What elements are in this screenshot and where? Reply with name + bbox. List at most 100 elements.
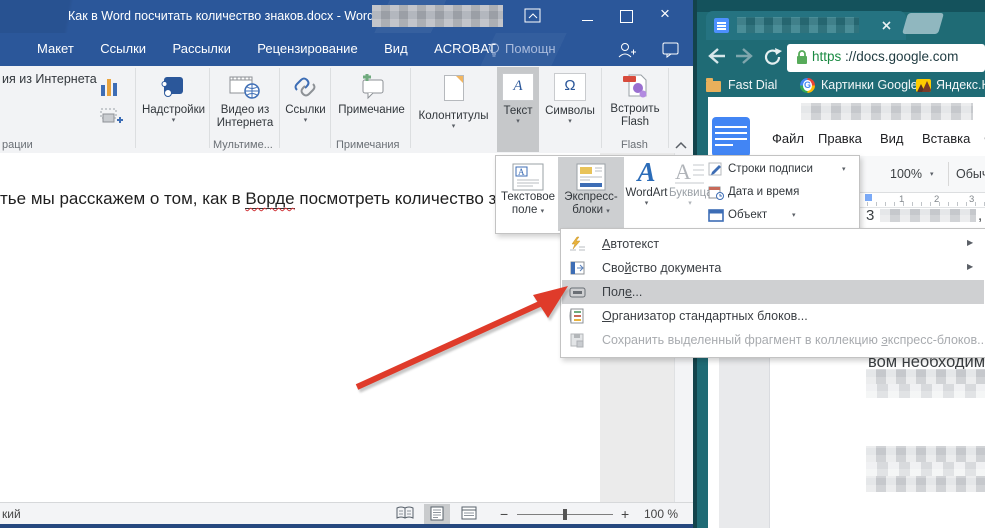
ruler-indent-marker[interactable] bbox=[865, 194, 872, 201]
ribbon-display-options-button[interactable] bbox=[524, 8, 542, 24]
docs-toolbar-separator bbox=[948, 162, 949, 186]
zoom-slider-thumb[interactable] bbox=[563, 509, 567, 520]
embed-flash-button[interactable]: Встроить Flash bbox=[604, 68, 666, 150]
redacted-docs-block-2 bbox=[866, 384, 985, 398]
bookmark-google-images[interactable]: Картинки Google bbox=[821, 78, 918, 92]
date-time-button[interactable]: Дата и время bbox=[706, 185, 856, 207]
symbols-button[interactable]: Ω Символы ▾ bbox=[541, 68, 599, 150]
embed-flash-icon bbox=[621, 73, 649, 99]
object-icon bbox=[708, 209, 724, 222]
comment-button[interactable]: Примечание bbox=[333, 68, 410, 150]
read-mode-button[interactable] bbox=[392, 504, 418, 526]
header-footer-button[interactable]: Колонтитулы ▾ bbox=[413, 68, 494, 150]
menu-item-autotext[interactable]: Автотекст ▶ bbox=[562, 232, 984, 256]
online-video-button[interactable]: Видео из Интернета bbox=[212, 68, 278, 150]
ribbon-separator bbox=[668, 68, 669, 148]
close-button[interactable]: × bbox=[660, 4, 670, 24]
fastdial-folder-icon[interactable] bbox=[706, 81, 721, 92]
tab-mailings[interactable]: Рассылки bbox=[161, 33, 241, 66]
docs-menu-view[interactable]: Вид bbox=[880, 131, 904, 146]
field-label: Поле... bbox=[602, 285, 642, 299]
textbox-line2: поле bbox=[512, 204, 537, 216]
menu-item-building-blocks-organizer[interactable]: Организатор стандартных блоков... bbox=[562, 304, 984, 328]
ruler-ticks bbox=[858, 202, 985, 206]
object-button[interactable]: Объект ▾ bbox=[706, 208, 856, 230]
collapse-ribbon-button[interactable] bbox=[674, 140, 688, 150]
address-bar[interactable]: https ://docs.google.com bbox=[787, 44, 985, 72]
clipped-pictures-button-label[interactable]: ия из Интернета bbox=[2, 72, 97, 86]
new-comment-icon bbox=[357, 74, 387, 100]
menu-item-document-property[interactable]: Свойство документа ▶ bbox=[562, 256, 984, 280]
menu-item-field[interactable]: Поле... bbox=[562, 280, 984, 304]
organizer-label: Организатор стандартных блоков... bbox=[602, 309, 808, 323]
menu-item-save-selection: Сохранить выделенный фрагмент в коллекци… bbox=[562, 328, 984, 352]
reload-icon[interactable] bbox=[763, 47, 783, 66]
group-label-flash: Flash bbox=[621, 139, 648, 151]
comments-bubble-icon[interactable] bbox=[662, 42, 680, 58]
text-caret: ▾ bbox=[497, 118, 539, 126]
zoom-out-button[interactable]: − bbox=[500, 506, 508, 522]
save-selection-icon bbox=[569, 332, 586, 348]
textbox-button[interactable]: A Текстовое поле ▾ bbox=[499, 157, 557, 231]
wordart-caret: ▾ bbox=[625, 200, 668, 208]
yandex-icon[interactable] bbox=[916, 79, 931, 92]
zoom-percentage[interactable]: 100 % bbox=[644, 507, 678, 521]
tell-me-label[interactable]: Помощн bbox=[494, 33, 567, 66]
share-person-icon[interactable] bbox=[616, 41, 636, 59]
maximize-button[interactable] bbox=[620, 10, 633, 23]
tab-close-icon[interactable] bbox=[881, 20, 892, 31]
autotext-label: Автотекст bbox=[602, 237, 659, 251]
online-video-label: Видео из Интернета bbox=[212, 104, 278, 130]
signature-line-button[interactable]: Строки подписи ▾ bbox=[706, 162, 856, 184]
docs-menu-insert[interactable]: Вставка bbox=[922, 131, 970, 146]
docs-style-select[interactable]: Обычн bbox=[956, 167, 985, 181]
ribbon-separator bbox=[601, 68, 602, 148]
organizer-icon bbox=[569, 308, 586, 324]
language-indicator[interactable]: кий bbox=[2, 507, 21, 521]
embed-flash-label: Встроить Flash bbox=[604, 103, 666, 129]
google-g-icon[interactable]: G bbox=[800, 78, 815, 93]
autotext-submenu-arrow: ▶ bbox=[967, 238, 973, 247]
docs-zoom-select[interactable]: 100% bbox=[890, 167, 922, 181]
links-button[interactable]: Ссылки ▾ bbox=[282, 68, 329, 150]
back-icon[interactable] bbox=[705, 46, 727, 66]
tab-view[interactable]: Вид bbox=[373, 33, 419, 66]
redacted-docs-block-3 bbox=[866, 446, 985, 462]
text-group-panel: A Текстовое поле ▾ Экспресс- блоки ▾ A W… bbox=[495, 155, 860, 234]
dropcap-button[interactable]: A Буквица ▾ bbox=[669, 157, 711, 231]
bookmark-yandex[interactable]: Яндекс.Ка bbox=[936, 78, 985, 92]
tab-review[interactable]: Рецензирование bbox=[246, 33, 368, 66]
forward-icon[interactable] bbox=[734, 46, 756, 66]
new-tab-button[interactable] bbox=[902, 13, 944, 34]
save-selection-label: Сохранить выделенный фрагмент в коллекци… bbox=[602, 333, 985, 347]
zoom-in-button[interactable]: + bbox=[621, 506, 629, 522]
tab-references[interactable]: Ссылки bbox=[89, 33, 157, 66]
online-video-line1: Видео из bbox=[221, 104, 270, 116]
group-label-comments: Примечания bbox=[336, 139, 400, 151]
quick-parts-caret: ▾ bbox=[606, 208, 610, 215]
web-layout-icon bbox=[461, 506, 477, 520]
group-label-multimedia: Мультиме... bbox=[213, 139, 273, 151]
minimize-button[interactable] bbox=[582, 20, 593, 21]
google-docs-logo[interactable] bbox=[712, 117, 750, 157]
chart-icon[interactable] bbox=[100, 75, 120, 97]
redacted-account-name bbox=[372, 5, 503, 27]
bookmark-fastdial[interactable]: Fast Dial bbox=[728, 78, 777, 92]
tab-layout[interactable]: Макет bbox=[26, 33, 85, 66]
browser-tab[interactable] bbox=[706, 11, 906, 40]
quick-parts-button[interactable]: Экспресс- блоки ▾ bbox=[558, 157, 624, 231]
quick-parts-label: Экспресс- блоки ▾ bbox=[558, 191, 624, 218]
status-bar: кий − + 100 % bbox=[0, 502, 693, 525]
document-property-icon bbox=[569, 260, 586, 276]
wordart-button[interactable]: A WordArt ▾ bbox=[625, 157, 668, 231]
web-layout-button[interactable] bbox=[456, 504, 482, 526]
docs-menu-file[interactable]: Файл bbox=[772, 131, 804, 146]
addins-button[interactable]: Надстройки ▾ bbox=[139, 68, 208, 150]
print-layout-button[interactable] bbox=[424, 504, 450, 526]
google-docs-favicon bbox=[714, 18, 729, 33]
docs-menu-edit[interactable]: Правка bbox=[818, 131, 862, 146]
text-button[interactable]: A Текст ▾ bbox=[497, 67, 539, 152]
header-footer-label: Колонтитулы bbox=[413, 110, 494, 123]
document-property-label: Свойство документа bbox=[602, 261, 721, 275]
screenshot-icon[interactable] bbox=[100, 108, 124, 126]
